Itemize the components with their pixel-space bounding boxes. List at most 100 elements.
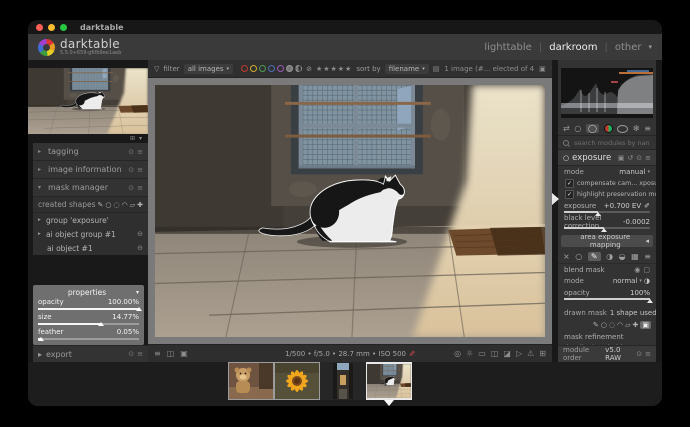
collection-scope-dropdown[interactable]: all images ▾ bbox=[184, 64, 233, 74]
presets-icon[interactable]: ⊙ bbox=[128, 148, 134, 156]
sort-field-dropdown[interactable]: filename ▾ bbox=[385, 64, 429, 74]
histogram-scope[interactable] bbox=[561, 68, 653, 118]
color-label-purple[interactable] bbox=[277, 65, 284, 72]
sort-order-icon[interactable]: ▤ bbox=[433, 65, 440, 73]
module-mask-manager[interactable]: ▾ mask manager ⊙≡ bbox=[33, 179, 148, 197]
gradient-icon[interactable]: ▱ bbox=[130, 201, 135, 209]
blend-raster-icon[interactable]: ▦ bbox=[631, 252, 639, 261]
menu-icon[interactable]: ≡ bbox=[645, 154, 651, 162]
blend-off-icon[interactable]: × bbox=[563, 252, 570, 261]
color-label-blue[interactable] bbox=[268, 65, 275, 72]
blend-order-icon[interactable]: ◑ bbox=[644, 277, 650, 285]
module-export[interactable]: ▸ export ⊙≡ bbox=[33, 345, 148, 362]
presets-icon[interactable]: ⊙ bbox=[128, 350, 134, 358]
checkbox-checked-icon[interactable]: ✓ bbox=[565, 179, 574, 188]
filmstrip-thumbnail-sunflower[interactable] bbox=[274, 362, 320, 400]
rawoverexposed-icon[interactable]: ◪ bbox=[503, 349, 511, 358]
feather-slider[interactable]: feather0.05% bbox=[38, 328, 139, 343]
color-group-icon[interactable] bbox=[604, 124, 613, 133]
chevron-down-icon[interactable]: ▾ bbox=[38, 184, 44, 191]
presets-icon[interactable]: ⊙ bbox=[636, 154, 642, 162]
view-other[interactable]: other bbox=[615, 42, 642, 53]
chevron-right-icon[interactable]: ▸ bbox=[38, 350, 42, 359]
black-level-slider[interactable]: black level correction -0.0002 bbox=[558, 216, 656, 232]
chevron-down-icon[interactable]: ▾ bbox=[136, 289, 139, 296]
color-label-gray[interactable] bbox=[286, 65, 293, 72]
rating-stars[interactable]: ★★★★★ bbox=[316, 65, 352, 73]
circle-icon[interactable]: ○ bbox=[601, 321, 607, 329]
main-photo[interactable] bbox=[155, 85, 545, 337]
temporarily-switch-icon[interactable]: ▢ bbox=[643, 266, 650, 274]
size-slider[interactable]: size14.77% bbox=[38, 313, 139, 328]
mask-indicator-icon[interactable]: ✎ bbox=[407, 350, 416, 357]
focus-peaking-icon[interactable]: ◎ bbox=[454, 349, 461, 358]
menu-icon[interactable]: ≡ bbox=[137, 184, 143, 192]
color-label-yellow[interactable] bbox=[250, 65, 257, 72]
presets-icon[interactable]: ⊙ bbox=[636, 350, 642, 358]
module-tagging[interactable]: ▸ tagging ⊙≡ bbox=[33, 143, 148, 161]
drawn-mask-dropdown[interactable]: 1 shape used▾⊖ bbox=[610, 309, 656, 317]
circle-icon[interactable]: ○ bbox=[105, 201, 111, 209]
mask-group-item[interactable]: ▸ group 'exposure' bbox=[33, 213, 148, 227]
edit-shapes-icon[interactable]: ▣ bbox=[640, 321, 651, 329]
blend-uniform-icon[interactable]: ○ bbox=[575, 252, 582, 261]
gradient-icon[interactable]: ▱ bbox=[625, 321, 630, 329]
menu-icon[interactable]: ≡ bbox=[154, 349, 161, 358]
polarity-icon[interactable]: ⊖ bbox=[137, 230, 143, 238]
add-shape-icon[interactable]: ✚ bbox=[137, 201, 143, 209]
path-icon[interactable]: ◠ bbox=[122, 201, 128, 209]
chevron-right-icon[interactable]: ▸ bbox=[38, 166, 44, 173]
filmstrip-thumbnail-cat-selected[interactable] bbox=[366, 362, 412, 400]
close-window-button[interactable] bbox=[36, 24, 43, 31]
menu-icon[interactable]: ≡ bbox=[137, 148, 143, 156]
power-icon[interactable]: ○ bbox=[563, 154, 569, 162]
area-exposure-mapping-section[interactable]: area exposure mapping ◂ bbox=[561, 235, 653, 247]
view-lighttable[interactable]: lighttable bbox=[484, 42, 532, 53]
active-modules-icon[interactable]: ○ bbox=[574, 124, 581, 133]
second-window-icon[interactable]: ◫ bbox=[491, 349, 499, 358]
gamut-check-icon[interactable]: ⚠ bbox=[527, 349, 534, 358]
opacity-slider[interactable]: opacity100.00% bbox=[38, 298, 139, 313]
snapshot-icon[interactable]: ◫ bbox=[167, 349, 175, 358]
chevron-down-icon[interactable]: ▾ bbox=[648, 43, 652, 51]
ellipse-icon[interactable]: ◌ bbox=[114, 201, 120, 209]
right-panel-expander[interactable] bbox=[552, 193, 559, 205]
reject-icon[interactable]: ⊘ bbox=[306, 65, 312, 73]
presets-icon[interactable]: ⊙ bbox=[128, 184, 134, 192]
overlays-icon[interactable]: ⊞ bbox=[130, 135, 135, 142]
menu-icon[interactable]: ≡ bbox=[644, 124, 651, 133]
shortcuts-icon[interactable]: ⇄ bbox=[563, 124, 570, 133]
presets-icon[interactable]: ⊙ bbox=[128, 166, 134, 174]
mask-shape-item[interactable]: ai object #1 ⊖ bbox=[33, 241, 148, 255]
softproof-icon[interactable]: ▷ bbox=[516, 349, 522, 358]
chevron-down-icon[interactable]: ▾ bbox=[139, 135, 142, 142]
menu-icon[interactable]: ≡ bbox=[137, 166, 143, 174]
color-label-any[interactable] bbox=[295, 65, 302, 72]
effects-group-icon[interactable]: ✻ bbox=[633, 124, 640, 133]
color-picker-icon[interactable]: ✐ bbox=[644, 202, 650, 210]
reset-icon[interactable]: ↺ bbox=[627, 154, 633, 162]
brush-icon[interactable]: ✎ bbox=[98, 201, 104, 209]
blend-opacity-slider[interactable]: opacity 100% bbox=[558, 287, 656, 303]
filmstrip-thumbnail-street[interactable] bbox=[320, 362, 366, 400]
menu-icon[interactable]: ≡ bbox=[645, 350, 651, 358]
minimize-window-button[interactable] bbox=[48, 24, 55, 31]
blend-drawn-mask-icon[interactable]: ✎ bbox=[588, 252, 601, 261]
chevron-right-icon[interactable]: ▸ bbox=[38, 148, 44, 155]
menu-icon[interactable]: ≡ bbox=[644, 252, 651, 261]
funnel-icon[interactable]: ▽ bbox=[154, 65, 159, 73]
copy-icon[interactable]: ▣ bbox=[539, 65, 546, 73]
blend-parametric-icon[interactable]: ◑ bbox=[606, 252, 613, 261]
color-label-red[interactable] bbox=[241, 65, 248, 72]
ellipse-icon[interactable]: ◌ bbox=[609, 321, 615, 329]
color-label-green[interactable] bbox=[259, 65, 266, 72]
guides-grid-icon[interactable]: ⊞ bbox=[539, 349, 546, 358]
menu-icon[interactable]: ≡ bbox=[137, 350, 143, 358]
search-input[interactable] bbox=[572, 138, 651, 148]
add-shape-icon[interactable]: ✚ bbox=[633, 321, 639, 329]
mode-dropdown[interactable]: manual▾ bbox=[619, 168, 650, 176]
blend-mode-dropdown[interactable]: normal▾◑ bbox=[613, 277, 650, 285]
navigation-thumbnail[interactable] bbox=[28, 68, 148, 134]
overexposed-icon[interactable]: ▭ bbox=[478, 349, 486, 358]
display-mask-icon[interactable]: ◉ bbox=[634, 266, 640, 274]
